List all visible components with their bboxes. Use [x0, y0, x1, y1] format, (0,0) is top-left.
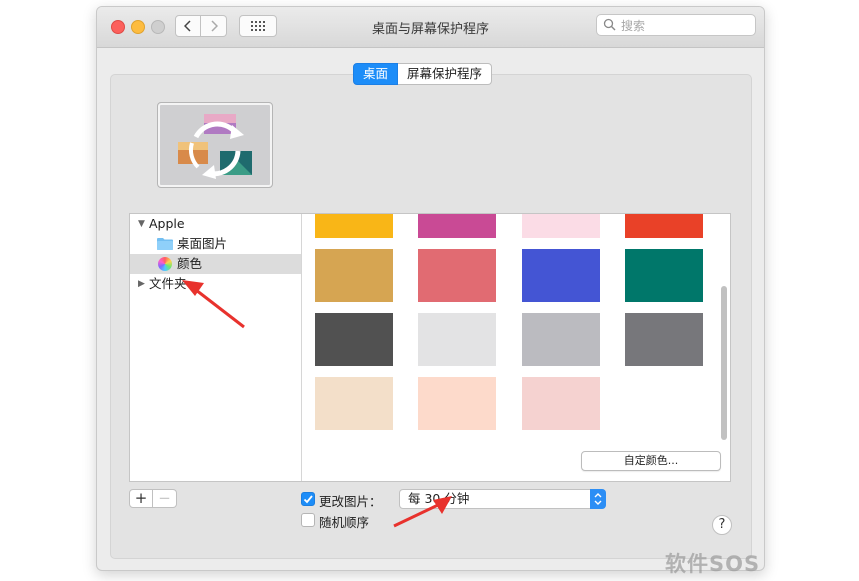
color-swatch[interactable]: [625, 313, 703, 366]
tab-bar: 桌面 屏幕保护程序: [353, 63, 493, 85]
color-swatch[interactable]: [522, 377, 600, 430]
color-swatch[interactable]: [315, 377, 393, 430]
color-swatch-grid: [302, 214, 730, 481]
color-swatch[interactable]: [418, 313, 496, 366]
color-swatch[interactable]: [418, 249, 496, 302]
interval-popup[interactable]: 每 30 分钟: [399, 489, 606, 509]
help-button[interactable]: ?: [712, 515, 732, 535]
color-swatch[interactable]: [625, 249, 703, 302]
interval-value: 每 30 分钟: [408, 491, 470, 506]
source-group-label: 文件夹: [149, 276, 187, 291]
preferences-window: 桌面与屏幕保护程序 桌面 屏幕保护程序: [96, 6, 765, 571]
checkmark-icon: [303, 495, 313, 504]
color-swatch[interactable]: [625, 214, 703, 238]
source-group-folders[interactable]: ▶ 文件夹: [130, 274, 301, 294]
source-group-label: Apple: [149, 216, 185, 231]
source-item-label: 颜色: [177, 256, 203, 271]
add-folder-button[interactable]: +: [129, 489, 153, 508]
source-item-desktop-pictures[interactable]: 桌面图片: [130, 234, 301, 254]
tab-desktop[interactable]: 桌面: [353, 63, 399, 85]
custom-color-button[interactable]: 自定颜色...: [581, 451, 721, 471]
color-swatch[interactable]: [418, 214, 496, 238]
source-group-apple[interactable]: ▼ Apple: [130, 214, 301, 234]
color-swatch[interactable]: [522, 214, 600, 238]
folder-icon: [157, 238, 173, 250]
color-wheel-icon: [158, 257, 172, 271]
disclosure-closed-icon[interactable]: ▶: [138, 274, 145, 294]
tab-screensaver[interactable]: 屏幕保护程序: [398, 63, 493, 85]
source-item-label: 桌面图片: [177, 236, 228, 251]
random-order-label: 随机顺序: [319, 515, 370, 530]
change-picture-label: 更改图片：: [319, 494, 382, 509]
color-swatch[interactable]: [522, 249, 600, 302]
source-list: ▼ Apple 桌面图片 颜色 ▶ 文件夹: [130, 214, 302, 481]
popup-arrows-icon: [590, 489, 606, 509]
remove-folder-button[interactable]: −: [153, 489, 177, 508]
add-remove-control: + −: [129, 489, 179, 508]
disclosure-open-icon[interactable]: ▼: [138, 214, 145, 234]
search-icon: [603, 18, 616, 31]
watermark: 软件SOS: [665, 552, 761, 576]
picture-browser: ▼ Apple 桌面图片 颜色 ▶ 文件夹 自定颜色...: [129, 213, 731, 482]
rotating-pictures-icon: [178, 114, 252, 179]
scrollbar-thumb[interactable]: [721, 286, 727, 440]
search-input[interactable]: [619, 17, 753, 35]
title-bar: 桌面与屏幕保护程序: [97, 7, 764, 48]
random-order-checkbox[interactable]: [301, 513, 315, 527]
color-swatch[interactable]: [315, 214, 393, 238]
color-swatch[interactable]: [418, 377, 496, 430]
color-swatch[interactable]: [522, 313, 600, 366]
desktop-preview: [157, 102, 273, 188]
color-swatch[interactable]: [315, 249, 393, 302]
source-item-colors[interactable]: 颜色: [130, 254, 301, 274]
search-field[interactable]: [596, 14, 756, 36]
change-picture-checkbox[interactable]: [301, 492, 315, 506]
color-swatch[interactable]: [315, 313, 393, 366]
